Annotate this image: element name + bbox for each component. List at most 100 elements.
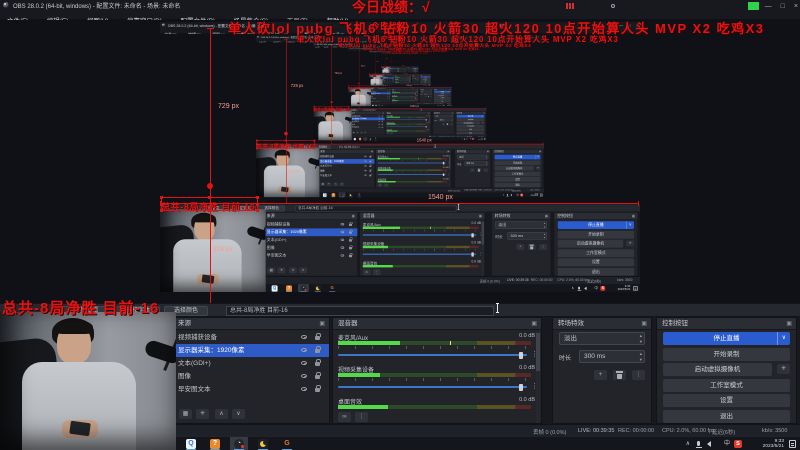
stream-signal-icon (566, 3, 574, 9)
duration-value: 300 ms (584, 353, 606, 360)
status-rec: REC: 00:00:00 (618, 428, 655, 434)
stop-stream-label: 停止直播 (713, 335, 740, 342)
status-bitrate: kb/s: 3500 (762, 428, 788, 434)
tray-chevron-icon[interactable]: ∧ (686, 437, 690, 450)
measure-endpoint-dot (207, 183, 213, 189)
transition-dock-header: 转场特效 ▣ (553, 318, 651, 330)
overlay-score-text: 今日战绩：√ (352, 0, 430, 15)
sogou-letter: S (736, 441, 740, 447)
source-move-down-button[interactable]: ∨ (232, 409, 245, 419)
start-record-button[interactable]: 开始录制 (663, 347, 790, 361)
volume-slider[interactable] (338, 383, 527, 391)
height-measure-label: 729 px (218, 103, 240, 110)
visibility-icon[interactable] (301, 374, 307, 378)
meter-ticks (338, 378, 531, 381)
desktop: OBS 28.0.2 (64-bit, windows) - 配置文件: 未命名… (368, 50, 432, 86)
visibility-icon[interactable] (301, 387, 307, 391)
taskbar-app-g[interactable]: G (278, 437, 296, 450)
source-label: 早安图文本 (178, 386, 211, 393)
dock-float-icon[interactable]: ▣ (786, 321, 792, 327)
meter-ticks (338, 346, 531, 349)
lock-icon[interactable] (315, 372, 321, 379)
status-live: LIVE: 00:39:35 (578, 428, 615, 434)
source-row[interactable]: 视频捕获设备 (173, 331, 329, 344)
chevron-down-icon[interactable]: ∨ (776, 332, 786, 345)
desktop: OBS 28.0.2 (64-bit, windows) - 配置文件: 未命名… (313, 43, 487, 141)
notification-center-icon[interactable] (789, 440, 796, 448)
source-row-selected[interactable]: 显示器采集：1920像素 (173, 344, 329, 357)
status-cpu: CPU: 2.0%, 60.00 fps (662, 428, 715, 434)
lock-icon[interactable] (315, 333, 321, 340)
volume-slider[interactable] (338, 351, 527, 359)
transition-dock: 转场特效 ▣ 淡出 ▴ ▾ 时长 300 ms ▴ ▾ + ⋮ (552, 317, 652, 424)
taskbar-clock[interactable]: 9:33 2023/5/21 (750, 439, 784, 450)
ibeam-cursor (496, 303, 499, 313)
desktop: OBS 28.0.2 (64-bit, windows) - 配置文件: 未命名… (0, 0, 800, 450)
obs-logo-icon (3, 2, 9, 8)
duration-spinbox[interactable]: 300 ms ▴ ▾ (579, 350, 645, 363)
studio-mode-button[interactable]: 工作室模式 (663, 378, 790, 392)
remove-transition-button[interactable] (613, 370, 626, 380)
taskbar-app-game[interactable]: ? (206, 437, 224, 450)
duration-label: 时长 (559, 356, 572, 362)
clock-date: 2023/5/21 (762, 444, 784, 449)
mixer-channel-db: 0.0 dB (519, 333, 535, 339)
source-selection-box[interactable] (160, 196, 259, 212)
taskbar-app-obs-active[interactable]: ◔ (230, 437, 248, 450)
transition-menu-button[interactable]: ⋮ (632, 370, 645, 380)
controls-dock: 控制按钮 ▣ 停止直播 ∨ 开始录制 启动虚拟摄像机 ✳ 工作室模式 设置 退出 (656, 317, 797, 424)
g-app-icon: G (284, 440, 290, 447)
mixer-dock: 混音器 ▣ 麦克风/Aux 0.0 dB ⋮ 视频采集设备 0.0 dB ⋮ 桌… (332, 317, 542, 424)
trash-icon (616, 371, 623, 379)
source-move-up-button[interactable]: ∧ (215, 409, 228, 419)
source-label: 显示器采集：1920像素 (178, 347, 245, 354)
source-settings-button[interactable]: ✳ (196, 409, 209, 419)
tray-mic-icon[interactable] (695, 441, 702, 448)
transition-select[interactable]: 淡出 ▴ ▾ (559, 332, 645, 345)
visibility-icon[interactable] (301, 348, 307, 352)
mixer-channel-db: 0.0 dB (519, 365, 535, 371)
lock-icon[interactable] (315, 385, 321, 392)
source-label: 文本(GDI+) (178, 360, 211, 367)
minimize-button[interactable]: — (765, 2, 772, 12)
settings-button[interactable]: 设置 (663, 394, 790, 407)
close-button[interactable]: × (794, 2, 798, 12)
taskbar-app-browser[interactable]: Q (182, 437, 200, 450)
maximize-button[interactable]: □ (781, 2, 785, 12)
virtual-cam-button[interactable]: 启动虚拟摄像机 (663, 363, 772, 376)
dock-float-icon[interactable]: ▣ (531, 321, 537, 327)
window-title: OBS 28.0.2 (64-bit, windows) - 配置文件: 未命名… (13, 4, 181, 10)
mixer-dock-title: 混音器 (338, 320, 358, 327)
sogou-ime-icon[interactable]: S (734, 440, 742, 448)
source-row[interactable]: 早安图文本 (173, 383, 329, 396)
dock-float-icon[interactable]: ▣ (641, 321, 647, 327)
source-label: 视频捕获设备 (178, 334, 217, 341)
stop-stream-button[interactable]: 停止直播 ∨ (663, 332, 790, 345)
mixer-scrollbar[interactable] (536, 331, 540, 423)
transition-selected-label: 淡出 (564, 335, 577, 342)
exit-button[interactable]: 退出 (663, 409, 790, 423)
ime-indicator[interactable]: 中 (724, 437, 730, 450)
bitrate-health-indicator (748, 2, 759, 10)
browser-icon: Q (186, 439, 196, 449)
visibility-icon[interactable] (301, 335, 307, 339)
overlay-text-input[interactable]: 总共-8局净胜 目前-16 (226, 306, 494, 316)
webcam-vignette (0, 312, 176, 450)
desktop: OBS 28.0.2 (64-bit, windows) - 配置文件: 未命名… (348, 47, 452, 107)
source-grid-button[interactable]: ▦ (179, 409, 192, 419)
lock-icon[interactable] (315, 359, 321, 366)
visibility-icon[interactable] (301, 361, 307, 365)
audio-link-icon[interactable]: ∞ (338, 412, 351, 422)
source-row[interactable]: 图像 (173, 370, 329, 383)
dock-float-icon[interactable]: ▣ (319, 321, 325, 327)
add-transition-button[interactable]: + (594, 370, 607, 380)
tray-speaker-icon[interactable] (704, 441, 711, 447)
overlay-price-text: 单人砍lol pubg 飞机6 钻粉10 火箭30 超火120 10点开始算人头… (228, 21, 765, 36)
virtual-cam-settings-button[interactable]: ✳ (777, 364, 790, 374)
mixer-menu-icon[interactable]: ⋮ (355, 412, 368, 422)
lock-icon[interactable] (315, 346, 321, 353)
taskbar-app-moon[interactable] (254, 437, 272, 450)
sources-dock: 来源 ▣ 视频捕获设备 显示器采集：1920像素 文本(GDI+) 图像 早安图… (172, 317, 330, 424)
status-dropped-frames: 丢帧 0 (0.0%) (533, 430, 567, 436)
source-row[interactable]: 文本(GDI+) (173, 357, 329, 370)
